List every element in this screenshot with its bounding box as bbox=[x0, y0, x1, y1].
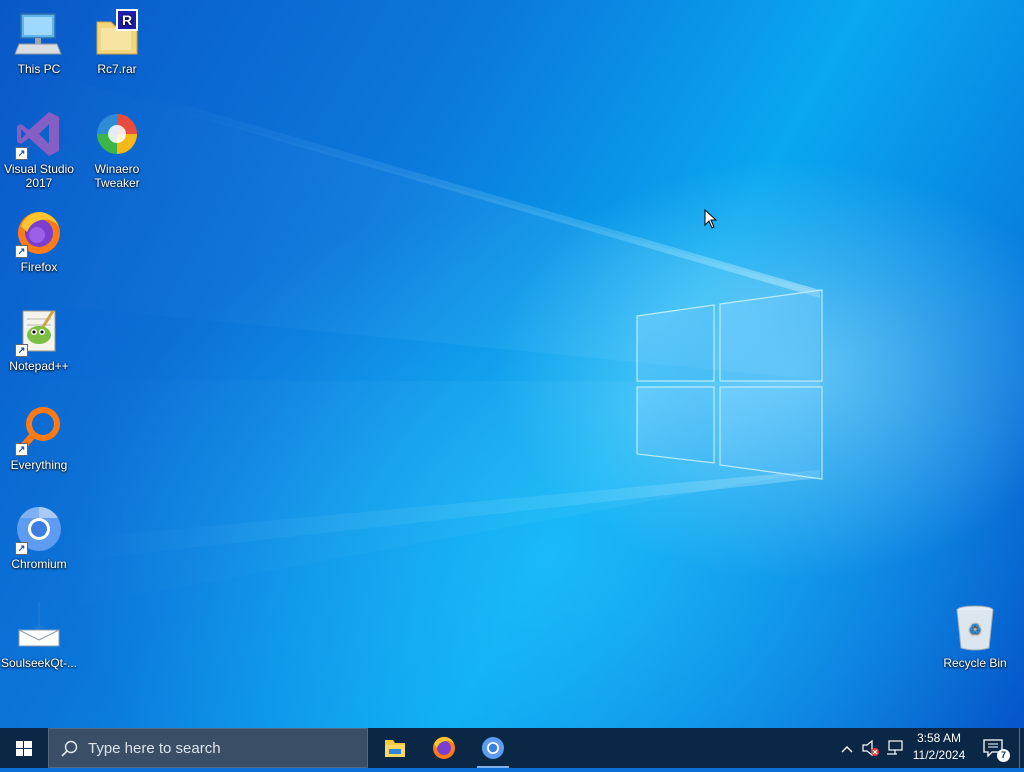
start-button[interactable] bbox=[0, 728, 48, 768]
network-button[interactable] bbox=[884, 728, 906, 768]
mouse-cursor bbox=[704, 209, 718, 229]
everything-search-icon: ↗ bbox=[13, 404, 65, 456]
clock[interactable]: 3:58 AM 11/2/2024 bbox=[908, 730, 970, 766]
chromium-icon: ↗ bbox=[13, 503, 65, 555]
desktop-icon-visual-studio[interactable]: ↗ Visual Studio 2017 bbox=[0, 106, 78, 190]
volume-muted-icon bbox=[862, 739, 879, 757]
show-desktop-button[interactable] bbox=[1019, 728, 1024, 768]
firefox-icon: ↗ bbox=[13, 206, 65, 258]
taskbar: Type here to search 3:58 AM 11/2/2024 7 bbox=[0, 728, 1024, 768]
taskbar-app-chromium[interactable] bbox=[469, 728, 517, 768]
icon-label: Winaero Tweaker bbox=[94, 162, 140, 190]
desktop-icon-winaero-tweaker[interactable]: Winaero Tweaker bbox=[78, 106, 156, 190]
visual-studio-icon: ↗ bbox=[13, 108, 65, 160]
desktop-icon-recycle-bin[interactable]: ♻ Recycle Bin bbox=[936, 600, 1014, 670]
notepadpp-icon: ↗ bbox=[13, 305, 65, 357]
shortcut-arrow-icon: ↗ bbox=[15, 344, 28, 357]
search-icon bbox=[61, 740, 78, 757]
icon-label: Firefox bbox=[20, 260, 58, 274]
file-explorer-icon bbox=[385, 740, 405, 757]
firefox-icon bbox=[433, 736, 455, 759]
clock-date: 11/2/2024 bbox=[912, 748, 966, 762]
taskbar-app-firefox[interactable] bbox=[420, 728, 468, 768]
icon-label: Visual Studio 2017 bbox=[4, 162, 74, 190]
notification-count-badge: 7 bbox=[997, 749, 1010, 762]
icon-label: SoulseekQt-... bbox=[0, 656, 78, 670]
taskbar-app-file-explorer[interactable] bbox=[371, 728, 419, 768]
icon-label: This PC bbox=[17, 62, 61, 76]
desktop-icon-everything[interactable]: ↗ Everything bbox=[0, 402, 78, 472]
network-icon bbox=[887, 740, 903, 755]
shortcut-arrow-icon: ↗ bbox=[15, 245, 28, 258]
desktop-icon-firefox[interactable]: ↗ Firefox bbox=[0, 204, 78, 274]
desktop-icon-notepad-plus-plus[interactable]: ↗ Notepad++ bbox=[0, 303, 78, 373]
recycle-bin-icon: ♻ bbox=[949, 602, 1001, 654]
chevron-up-icon bbox=[841, 746, 853, 753]
desktop-icon-rc7-rar[interactable]: R Rc7.rar bbox=[78, 6, 156, 76]
shortcut-arrow-icon: ↗ bbox=[15, 147, 28, 160]
windows-logo-icon bbox=[16, 741, 32, 756]
icon-label: Everything bbox=[10, 458, 68, 472]
winaero-tweaker-icon bbox=[91, 108, 143, 160]
svg-text:♻: ♻ bbox=[969, 622, 982, 638]
shortcut-arrow-icon: ↗ bbox=[15, 542, 28, 555]
chromium-icon bbox=[482, 737, 504, 759]
computer-icon bbox=[13, 8, 65, 60]
search-box[interactable]: Type here to search bbox=[48, 728, 368, 768]
icon-label: Chromium bbox=[11, 557, 67, 571]
action-center-button[interactable]: 7 bbox=[980, 728, 1010, 768]
icon-label: Rc7.rar bbox=[97, 62, 137, 76]
rar-archive-icon: R bbox=[91, 8, 143, 60]
desktop-icon-this-pc[interactable]: This PC bbox=[0, 6, 78, 76]
download-icon bbox=[13, 602, 65, 654]
desktop-icon-chromium[interactable]: ↗ Chromium bbox=[0, 501, 78, 571]
desktop[interactable]: This PC R Rc7.rar ↗ Visual Studio 2017 W… bbox=[0, 0, 1024, 728]
clock-time: 3:58 AM bbox=[916, 731, 962, 745]
svg-text:R: R bbox=[122, 12, 132, 28]
desktop-icon-soulseekqt[interactable]: SoulseekQt-... bbox=[0, 600, 78, 670]
action-center-icon bbox=[983, 739, 1003, 758]
search-placeholder: Type here to search bbox=[88, 740, 221, 757]
shortcut-arrow-icon: ↗ bbox=[15, 443, 28, 456]
tray-overflow-button[interactable] bbox=[838, 728, 856, 768]
volume-button[interactable] bbox=[860, 728, 882, 768]
icon-label: Recycle Bin bbox=[943, 656, 1007, 670]
icon-label: Notepad++ bbox=[9, 359, 69, 373]
